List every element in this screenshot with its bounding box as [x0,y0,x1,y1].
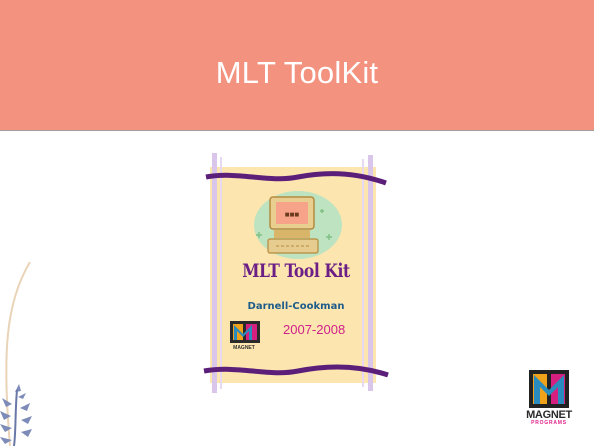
magnet-programs-logo: MAGNET PROGRAMS [521,370,577,436]
svg-text:■■■: ■■■ [285,210,300,219]
cover-title: MLT Tool Kit [242,260,350,282]
magnet-logo-small: MAGNET [230,321,272,367]
corner-logo-sub: PROGRAMS [531,420,567,426]
slide: MLT ToolKit ■■■ MLT Tool Kit Darnell-Coo… [0,0,594,446]
leaf-branch-icon [0,262,32,446]
toolkit-cover-image: ■■■ MLT Tool Kit Darnell-Cookman MAGNET … [198,153,394,393]
magnet-logo-word: MAGNET [233,345,255,351]
slide-title: MLT ToolKit [215,55,379,90]
cover-years: 2007-2008 [283,322,346,337]
title-band: MLT ToolKit [0,0,594,131]
cover-school: Darnell-Cookman [247,301,345,312]
